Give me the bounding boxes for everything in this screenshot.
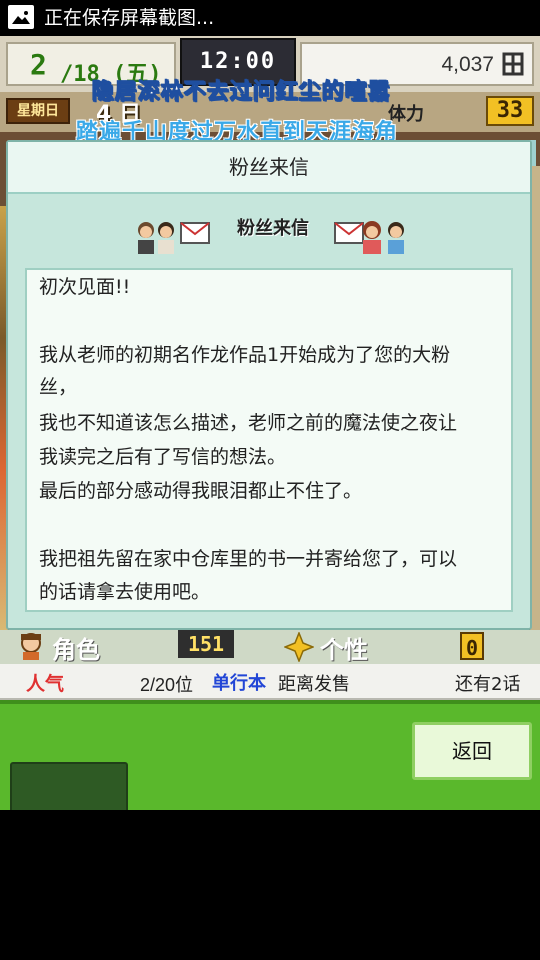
lyric-overlay-line1: 隐居深林不去过问红尘的喧嚣	[91, 80, 392, 106]
trait-value: 0	[460, 632, 484, 660]
letter-header: 粉丝来信	[8, 206, 530, 256]
letter-line: 丝，	[39, 376, 78, 398]
trait-star-icon	[284, 632, 314, 662]
game-screen: 2 /18 (五) 12:00 4,037 星期日 4 日 体力 33 知识 2…	[0, 36, 540, 810]
back-button[interactable]: 返回	[412, 722, 532, 780]
letter-line: 最后的部分感动得我眼泪都止不住了。	[39, 480, 363, 502]
fans-left-icon	[138, 222, 174, 254]
role-value: 151	[178, 630, 234, 658]
dialog-title: 粉丝来信	[8, 142, 530, 194]
fan-letter-dialog: 粉丝来信 粉丝来信 初次见面!! 我从老师的初期名作龙作品1开始成为了您的大粉 …	[6, 140, 532, 630]
stats-row-2: 人气 2/20位 单行本 距离发售 还有2话	[0, 664, 540, 700]
letter-line: 初次见面!!	[39, 276, 131, 298]
remaining-episodes: 还有2话	[455, 674, 521, 695]
popularity-label: 人气	[26, 673, 65, 695]
letter-line: 我把祖先留在家中仓库里的书一并寄给您了，可以	[39, 548, 458, 570]
status-bar: 正在保存屏幕截图...	[0, 0, 540, 36]
bottom-bar: 返回	[0, 700, 540, 810]
series-label: 单行本	[212, 673, 266, 694]
letter-line: 我从老师的初期名作龙作品1开始成为了您的大粉	[39, 344, 451, 366]
year: 2	[30, 48, 47, 81]
weekday-badge: 星期日	[6, 98, 70, 124]
letter-line: 我读完之后有了写信的想法。	[39, 446, 287, 468]
status-text: 正在保存屏幕截图...	[44, 7, 215, 29]
image-icon	[8, 5, 34, 29]
role-label: 角色	[52, 636, 100, 664]
letter-line: 我也不知道该怎么描述，老师之前的魔法使之夜让	[39, 412, 458, 434]
envelope-left-icon	[180, 222, 210, 244]
role-icon	[21, 633, 41, 660]
fans-right-icon	[363, 221, 404, 254]
rank-value: 2/20位	[140, 675, 194, 695]
release-label: 距离发售	[278, 674, 350, 695]
power-value: 33	[486, 96, 534, 126]
letter-body: 初次见面!! 我从老师的初期名作龙作品1开始成为了您的大粉 丝， 我也不知道该怎…	[25, 268, 513, 612]
stats-row-1: 角色 151 个性 0	[0, 630, 540, 664]
money-icon	[502, 51, 524, 77]
letter-label: 粉丝来信	[237, 218, 309, 239]
letter-line: 的话请拿去使用吧。	[39, 581, 211, 603]
left-button[interactable]	[10, 762, 128, 810]
money-amount: 4,037	[441, 53, 494, 76]
trait-label: 个性	[320, 636, 368, 664]
